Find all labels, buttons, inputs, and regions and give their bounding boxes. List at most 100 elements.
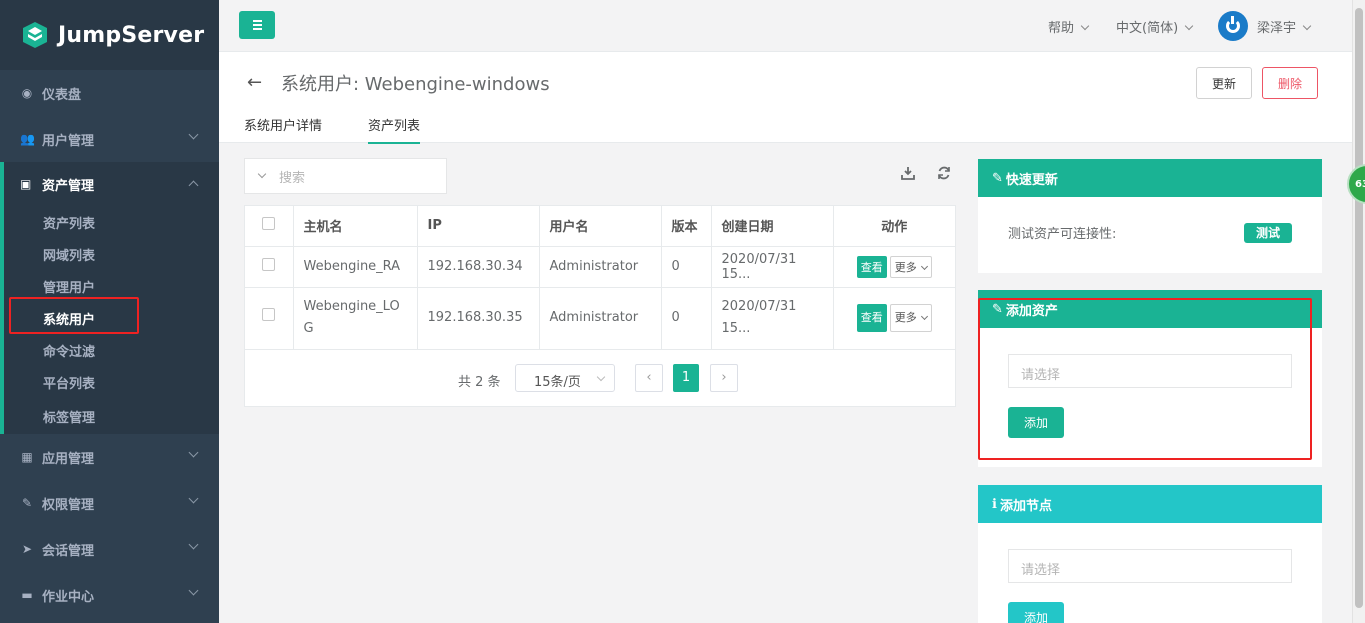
table-row: Webengine_RA 192.168.30.34 Administrator… (245, 246, 955, 288)
scrollbar-thumb[interactable] (1355, 8, 1363, 608)
highlight-box-system-users (9, 297, 139, 334)
cell-actions: 查看 更多 (833, 287, 955, 350)
sidebar-subitem-command-filter[interactable]: 命令过滤 (4, 334, 219, 366)
chevron-down-icon (188, 493, 199, 504)
pagination: 共 2 条 15条/页 ‹ 1 › (245, 364, 955, 394)
hostname-line-2: G (303, 321, 314, 336)
table-row: Webengine_LO G 192.168.30.35 Administrato… (245, 287, 955, 350)
sidebar-item-label: 资产管理 (42, 178, 95, 194)
logo[interactable]: JumpServer (0, 0, 219, 70)
page-scrollbar[interactable] (1352, 0, 1365, 623)
logo-text: JumpServer (58, 22, 205, 48)
sidebar-subitem-domain-list[interactable]: 网域列表 (4, 238, 219, 270)
add-node-header: ℹ 添加节点 (978, 485, 1322, 523)
sidebar-item-label: 仪表盘 (42, 87, 82, 103)
sidebar-item-jobs[interactable]: ▬ 作业中心 (0, 572, 219, 618)
asset-table: 主机名 IP 用户名 版本 创建日期 动作 Webengine_RA 192.1… (245, 206, 955, 350)
cell-version: 0 (661, 246, 712, 288)
menu-toggle-button[interactable] (239, 11, 275, 39)
select-all-checkbox[interactable] (262, 217, 276, 231)
help-menu[interactable]: 帮助 (1048, 17, 1090, 36)
highlight-box-add-asset (978, 298, 1312, 460)
view-button[interactable]: 查看 (856, 304, 887, 332)
delete-button[interactable]: 删除 (1262, 67, 1318, 99)
node-select[interactable]: 请选择 (1008, 549, 1292, 583)
connectivity-label: 测试资产可连接性: (1008, 227, 1117, 242)
row-checkbox[interactable] (262, 258, 276, 271)
col-hostname[interactable]: 主机名 (293, 206, 418, 247)
sidebar-subitem-asset-list[interactable]: 资产列表 (4, 206, 219, 238)
hostname-line-1: Webengine_LO (303, 299, 400, 314)
sidebar-item-label: 用户管理 (42, 133, 95, 149)
sidebar-item-label: 应用管理 (42, 451, 95, 467)
col-ip[interactable]: IP (417, 206, 540, 247)
page-header: ← 系统用户: Webengine-windows 更新 删除 系统用户详情 资… (219, 52, 1352, 144)
asset-table-panel: 主机名 IP 用户名 版本 创建日期 动作 Webengine_RA 192.1… (244, 205, 956, 407)
col-created[interactable]: 创建日期 (711, 206, 834, 247)
cell-hostname: Webengine_LO G (293, 287, 418, 350)
tab-system-user-detail[interactable]: 系统用户详情 (244, 115, 322, 142)
help-label: 帮助 (1048, 21, 1075, 36)
user-name: 梁泽宇 (1257, 21, 1297, 36)
sidebar-item-dashboard[interactable]: ◉ 仪表盘 (0, 70, 219, 116)
language-menu[interactable]: 中文(简体) (1116, 17, 1194, 36)
chevron-down-icon (1184, 21, 1194, 31)
next-page-button[interactable]: › (710, 364, 738, 392)
chevron-down-icon (1080, 21, 1090, 31)
view-button[interactable]: 查看 (856, 255, 887, 278)
sidebar-item-applications[interactable]: ▦ 应用管理 (0, 434, 219, 480)
more-label: 更多 (894, 260, 917, 274)
search-input[interactable]: 搜索 (244, 158, 447, 194)
quick-update-header: ✎ 快速更新 (978, 159, 1322, 197)
chevron-down-icon (188, 585, 199, 596)
row-select-cell[interactable] (245, 287, 294, 350)
info-icon: ℹ (992, 496, 997, 512)
top-navbar: 帮助 中文(简体) 梁泽宇 (219, 0, 1352, 52)
row-select-cell[interactable] (245, 246, 294, 288)
avatar[interactable] (1218, 11, 1248, 41)
user-menu[interactable]: 梁泽宇 (1257, 17, 1312, 36)
cell-hostname: Webengine_RA (293, 246, 418, 288)
terminal-icon: ▬ (21, 588, 33, 602)
refresh-icon[interactable] (937, 166, 951, 180)
page-size-select[interactable]: 15条/页 (515, 364, 615, 392)
quick-update-panel: ✎ 快速更新 测试资产可连接性: 测试 (978, 159, 1322, 273)
sidebar-item-label: 会话管理 (42, 543, 95, 559)
chevron-up-icon (188, 180, 199, 191)
users-icon: 👥 (20, 132, 35, 146)
more-dropdown[interactable]: 更多 (889, 304, 932, 332)
chevron-down-icon (257, 169, 267, 179)
chevron-down-icon (188, 129, 199, 140)
cell-created: 2020/07/31 15... (711, 246, 834, 288)
select-all-cell[interactable] (245, 206, 294, 247)
update-button[interactable]: 更新 (1196, 67, 1252, 99)
row-checkbox[interactable] (262, 308, 276, 321)
add-node-button[interactable]: 添加 (1008, 602, 1064, 623)
cell-username: Administrator (539, 287, 662, 350)
sidebar-subitem-label-management[interactable]: 标签管理 (4, 398, 219, 434)
dashboard-icon: ◉ (21, 86, 33, 100)
sidebar-item-permissions[interactable]: ✎ 权限管理 (0, 480, 219, 526)
sidebar-subitem-platform-list[interactable]: 平台列表 (4, 366, 219, 398)
tab-asset-list[interactable]: 资产列表 (368, 115, 421, 144)
prev-page-button[interactable]: ‹ (635, 364, 663, 392)
col-username[interactable]: 用户名 (539, 206, 662, 247)
more-dropdown[interactable]: 更多 (889, 255, 932, 278)
page-title: 系统用户: Webengine-windows (281, 74, 550, 95)
cell-ip: 192.168.30.34 (417, 246, 540, 288)
test-button[interactable]: 测试 (1244, 223, 1292, 243)
sidebar-item-label: 权限管理 (42, 497, 95, 513)
floating-badge[interactable]: 63 (1347, 164, 1365, 204)
col-version[interactable]: 版本 (661, 206, 712, 247)
sidebar-item-users[interactable]: 👥 用户管理 (0, 116, 219, 162)
rocket-icon: ➤ (21, 542, 33, 556)
power-icon (1226, 16, 1240, 33)
jumpserver-logo-icon (23, 22, 47, 48)
back-arrow-icon[interactable]: ← (247, 72, 262, 93)
sidebar-item-assets[interactable]: ▣ 资产管理 (4, 162, 219, 206)
page-1-button[interactable]: 1 (673, 364, 699, 392)
inbox-icon: ▣ (20, 177, 32, 191)
sidebar-item-sessions[interactable]: ➤ 会话管理 (0, 526, 219, 572)
download-icon[interactable] (901, 166, 915, 180)
add-node-title: 添加节点 (999, 498, 1052, 514)
